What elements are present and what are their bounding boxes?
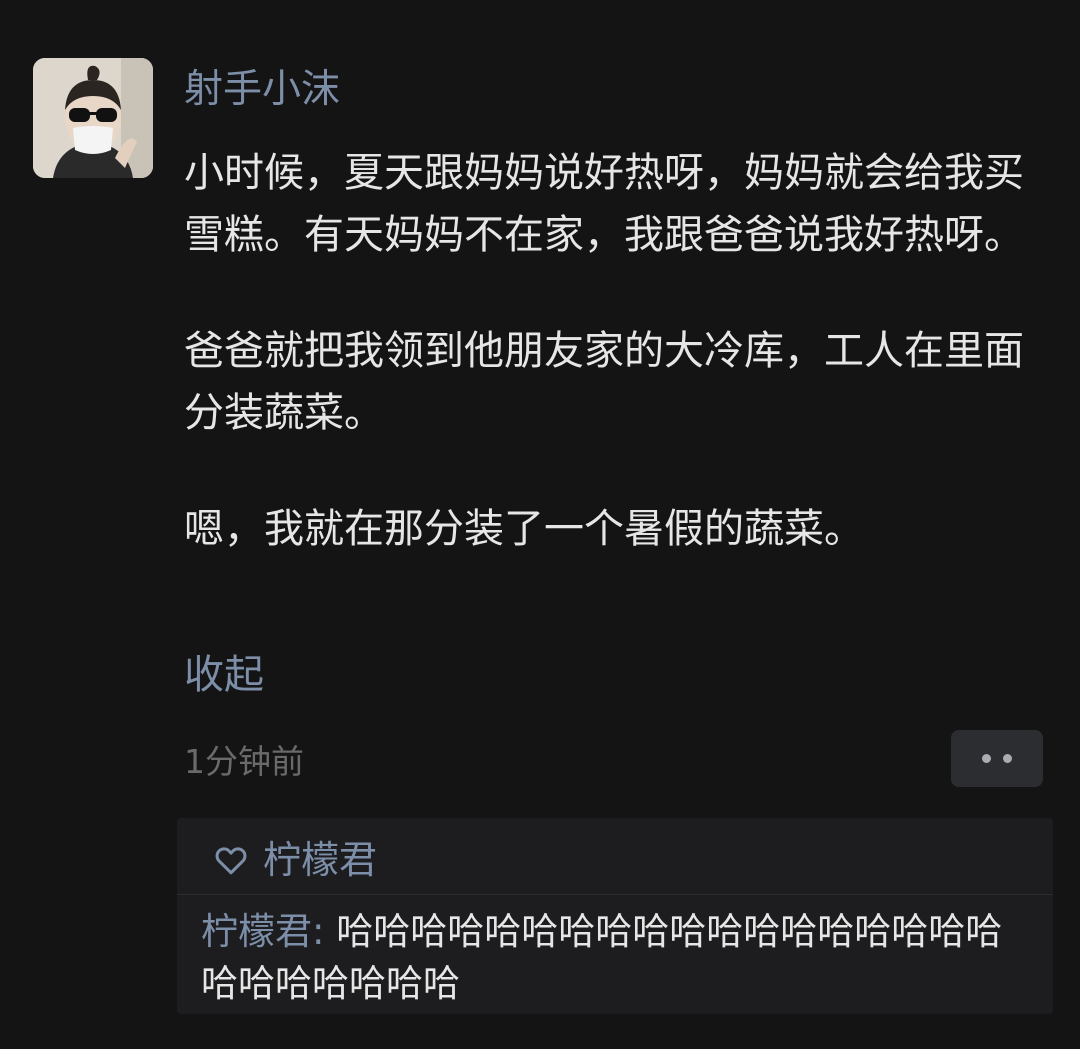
post-body: 小时候，夏天跟妈妈说好热呀，妈妈就会给我买雪糕。有天妈妈不在家，我跟爸爸说我好热… (184, 142, 1040, 560)
comment-separator: : (312, 910, 337, 953)
avatar-image (33, 58, 153, 178)
more-dots-icon (1003, 754, 1012, 763)
liker-name[interactable]: 柠檬君 (263, 836, 377, 884)
interaction-panel: 柠檬君 柠檬君: 哈哈哈哈哈哈哈哈哈哈哈哈哈哈哈哈哈哈哈哈哈哈哈哈哈 (177, 818, 1053, 1014)
comment-item[interactable]: 柠檬君: 哈哈哈哈哈哈哈哈哈哈哈哈哈哈哈哈哈哈哈哈哈哈哈哈哈 (201, 906, 1033, 1010)
avatar[interactable] (33, 58, 153, 178)
post-paragraph: 小时候，夏天跟妈妈说好热呀，妈妈就会给我买雪糕。有天妈妈不在家，我跟爸爸说我好热… (184, 150, 1024, 258)
post-paragraph: 爸爸就把我领到他朋友家的大冷库，工人在里面分装蔬菜。 (184, 328, 1024, 436)
more-actions-button[interactable] (951, 730, 1043, 787)
comment-author[interactable]: 柠檬君 (201, 910, 312, 953)
collapse-link[interactable]: 收起 (184, 645, 264, 705)
likes-row: 柠檬君 (213, 836, 377, 884)
heart-icon (215, 847, 247, 875)
post-paragraph: 嗯，我就在那分装了一个暑假的蔬菜。 (184, 506, 864, 552)
post-timestamp: 1分钟前 (184, 742, 304, 781)
more-dots-icon (982, 754, 991, 763)
post-username[interactable]: 射手小沫 (184, 64, 340, 116)
divider (177, 894, 1053, 895)
